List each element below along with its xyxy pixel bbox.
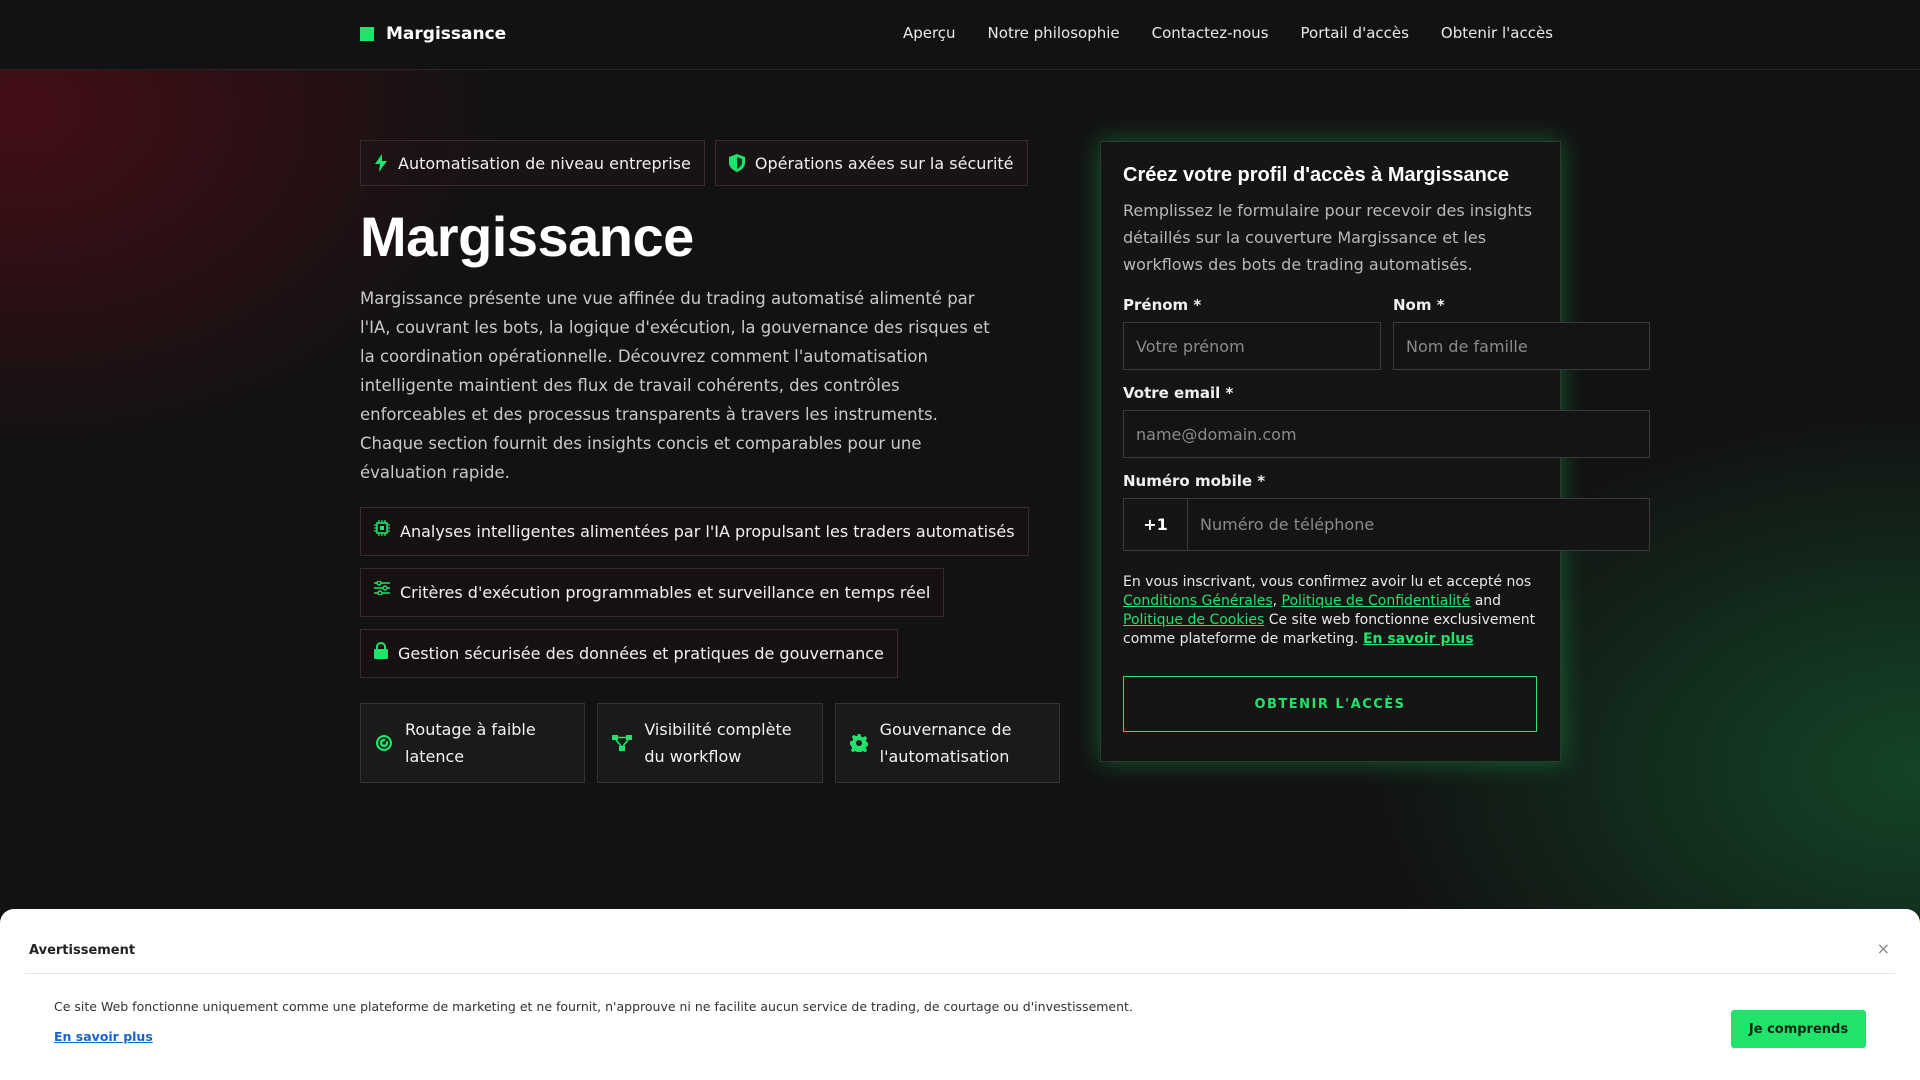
- learn-more-link[interactable]: En savoir plus: [1363, 631, 1474, 647]
- privacy-link[interactable]: Politique de Confidentialité: [1282, 593, 1471, 609]
- shield-icon: [728, 154, 745, 172]
- nav-link-apercu[interactable]: Aperçu: [903, 24, 956, 42]
- brand-name: Margissance: [386, 24, 507, 44]
- badge-security: Opérations axées sur la sécurité: [714, 140, 1028, 186]
- name-row: Prénom * Nom *: [1123, 296, 1650, 370]
- acknowledge-button[interactable]: Je comprends: [1731, 1010, 1866, 1048]
- feature-item: Gestion sécurisée des données et pratiqu…: [360, 629, 898, 678]
- feature-item: Analyses intelligentes alimentées par l'…: [360, 507, 1029, 556]
- feature-label: Gestion sécurisée des données et pratiqu…: [398, 644, 884, 663]
- hero-badges: Automatisation de niveau entreprise Opér…: [360, 140, 1060, 186]
- nav-link-contact[interactable]: Contactez-nous: [1152, 24, 1269, 42]
- disclaimer-text: Ce site Web fonctionne uniquement comme …: [54, 999, 1133, 1014]
- card-label: Routage à faible latence: [405, 720, 536, 766]
- disclaimer-banner: Avertissement × Ce site Web fonctionne u…: [0, 909, 1920, 1080]
- hero-title: Margissance: [360, 205, 694, 268]
- disclaimer-title: Avertissement: [29, 943, 136, 958]
- form-description: Remplissez le formulaire pour recevoir d…: [1123, 201, 1533, 274]
- feature-label: Analyses intelligentes alimentées par l'…: [400, 522, 1015, 541]
- badge-label: Automatisation de niveau entreprise: [398, 153, 691, 173]
- close-icon[interactable]: ×: [1877, 939, 1890, 958]
- feature-list: Analyses intelligentes alimentées par l'…: [360, 507, 1060, 678]
- hero-section: Automatisation de niveau entreprise Opér…: [360, 140, 1060, 783]
- first-name-input[interactable]: [1123, 322, 1381, 370]
- feature-item: Critères d'exécution programmables et su…: [360, 568, 945, 617]
- chip-icon: [374, 520, 390, 536]
- cookies-link[interactable]: Politique de Cookies: [1123, 612, 1264, 628]
- badge-label: Opérations axées sur la sécurité: [754, 153, 1014, 173]
- lock-icon: [374, 642, 388, 659]
- phone-field: +1: [1123, 498, 1650, 551]
- last-name-label: Nom *: [1393, 296, 1445, 314]
- highlight-cards: Routage à faible latence Visibilité comp…: [360, 703, 1060, 783]
- card-label: Visibilité complète du workflow: [644, 720, 792, 766]
- first-name-group: Prénom *: [1123, 296, 1381, 370]
- logo-square-icon: [360, 27, 374, 41]
- sliders-icon: [374, 581, 390, 595]
- highlight-card: Visibilité complète du workflow: [597, 703, 823, 783]
- legal-prefix: En vous inscrivant, vous confirmez avoir…: [1123, 574, 1532, 590]
- gear-icon: [849, 734, 868, 752]
- nav-link-portail[interactable]: Portail d'accès: [1301, 24, 1409, 42]
- last-name-group: Nom *: [1393, 296, 1650, 370]
- card-label: Gouvernance de l'automatisation: [879, 720, 1012, 766]
- hero-description: Margissance présente une vue affinée du …: [360, 289, 990, 482]
- top-navigation-bar: Margissance Aperçu Notre philosophie Con…: [0, 0, 1920, 70]
- legal-separator: ,: [1272, 593, 1278, 609]
- legal-notice: En vous inscrivant, vous confirmez avoir…: [1123, 573, 1538, 649]
- email-input[interactable]: [1123, 410, 1650, 458]
- workflow-icon: [612, 735, 633, 751]
- gauge-icon: [376, 735, 392, 751]
- nav-link-philosophie[interactable]: Notre philosophie: [988, 24, 1120, 42]
- terms-link[interactable]: Conditions Générales: [1123, 593, 1273, 609]
- last-name-input[interactable]: [1393, 322, 1650, 370]
- lightning-icon: [375, 154, 387, 172]
- main-nav: Aperçu Notre philosophie Contactez-nous …: [903, 24, 1553, 42]
- first-name-label: Prénom *: [1123, 296, 1202, 314]
- legal-and: and: [1474, 593, 1502, 609]
- email-group: Votre email *: [1123, 384, 1650, 458]
- highlight-card: Gouvernance de l'automatisation: [834, 703, 1060, 783]
- signup-form-card: Créez votre profil d'accès à Margissance…: [1100, 141, 1650, 762]
- phone-group: Numéro mobile * +1: [1123, 472, 1650, 551]
- form-title: Créez votre profil d'accès à Margissance: [1123, 164, 1510, 186]
- brand-logo[interactable]: Margissance: [360, 24, 506, 44]
- feature-label: Critères d'exécution programmables et su…: [400, 583, 931, 602]
- get-access-button[interactable]: OBTENIR L'ACCÈS: [1123, 676, 1537, 732]
- disclaimer-header: [25, 909, 1895, 974]
- email-label: Votre email *: [1123, 384, 1234, 402]
- country-code-selector[interactable]: +1: [1124, 499, 1188, 550]
- disclaimer-learn-more-link[interactable]: En savoir plus: [54, 1029, 153, 1044]
- highlight-card: Routage à faible latence: [360, 703, 586, 783]
- phone-label: Numéro mobile *: [1123, 472, 1266, 490]
- badge-automation: Automatisation de niveau entreprise: [360, 140, 705, 186]
- phone-input[interactable]: [1188, 499, 1649, 550]
- nav-link-obtenir-acces[interactable]: Obtenir l'accès: [1441, 24, 1553, 42]
